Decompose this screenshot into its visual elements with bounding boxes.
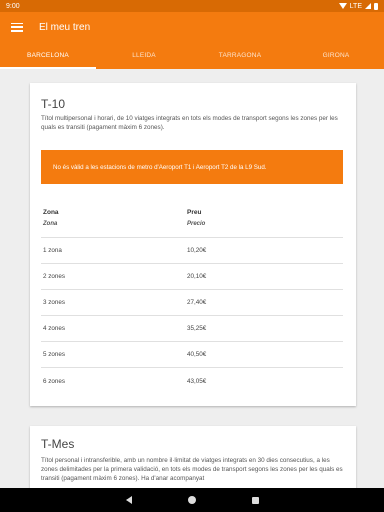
status-bar: 9:00 LTE [0,0,384,12]
t10-warning-text: No és vàlid a les estacions de metro d'A… [53,163,267,171]
status-time: 9:00 [6,2,20,10]
hamburger-menu-icon[interactable] [11,22,23,32]
network-type: LTE [349,2,362,10]
signal-icon [365,3,371,9]
app-title: El meu tren [39,21,91,33]
price-cell: 40,50€ [187,351,207,358]
table-row: 4 zones 35,25€ [41,316,343,342]
app-bar: El meu tren [0,12,384,42]
table-row: 5 zones 40,50€ [41,342,343,368]
price-cell: 27,40€ [187,299,207,306]
content-scroll[interactable]: T-10 Títol multipersonal i horari, de 10… [0,69,384,488]
table-row: 1 zona 10,20€ [41,238,343,264]
tmes-card: T-Mes Títol personal i intransferible, a… [30,426,356,488]
city-tabs: BARCELONA LLEIDA TARRAGONA GIRONA [0,42,384,69]
table-row: 6 zones 43,05€ [41,368,343,394]
table-row: 2 zones 20,10€ [41,264,343,290]
tab-tarragona[interactable]: TARRAGONA [192,42,288,69]
zone-cell: 4 zones [43,325,66,332]
tmes-title: T-Mes [41,437,75,451]
back-icon[interactable] [125,496,132,504]
tab-lleida[interactable]: LLEIDA [96,42,192,69]
tmes-description: Títol personal i intransferible, amb un … [41,457,343,482]
system-nav-bar [0,488,384,512]
t10-title: T-10 [41,97,66,111]
header-zone-sub: Zona [43,221,58,227]
zone-cell: 1 zona [43,247,62,254]
price-cell: 10,20€ [187,247,207,254]
tab-barcelona[interactable]: BARCELONA [0,42,96,69]
t10-warning-banner: No és vàlid a les estacions de metro d'A… [41,150,343,184]
recents-icon[interactable] [251,496,259,504]
price-cell: 20,10€ [187,273,207,280]
battery-icon [374,2,378,10]
table-row: 3 zones 27,40€ [41,290,343,316]
price-cell: 35,25€ [187,325,207,332]
t10-description: Títol multipersonal i horari, de 10 viat… [41,115,338,131]
tab-girona[interactable]: GIRONA [288,42,384,69]
wifi-icon [338,3,347,9]
price-cell: 43,05€ [187,377,207,385]
header-price-sub: Precio [187,221,206,227]
zone-cell: 2 zones [43,273,66,280]
fare-table: Zona Zona Preu Precio 1 zona 10,20€ 2 zo… [41,204,343,394]
home-icon[interactable] [187,496,196,504]
t10-card: T-10 Títol multipersonal i horari, de 10… [30,83,356,406]
header-price: Preu [187,209,202,216]
status-icons: LTE [338,2,378,10]
header-zone: Zona [43,209,59,216]
zone-cell: 3 zones [43,299,66,306]
zone-cell: 5 zones [43,351,66,358]
zone-cell: 6 zones [43,377,66,385]
fare-table-header: Zona Zona Preu Precio [41,204,343,238]
